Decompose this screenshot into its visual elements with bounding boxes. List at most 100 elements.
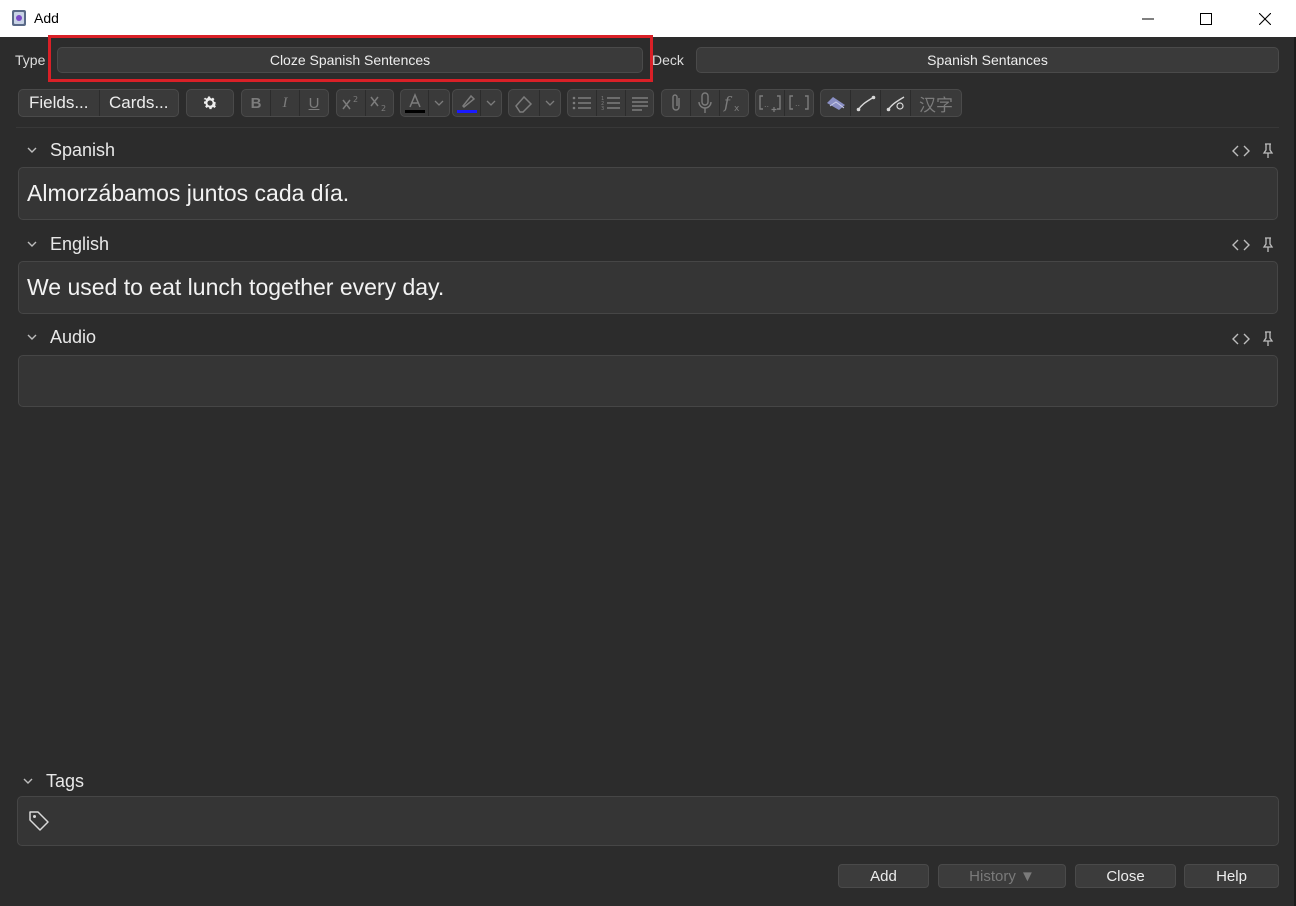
superscript-button[interactable]: 2 [337, 90, 366, 116]
title-bar: Add [0, 0, 1296, 37]
close-window-button[interactable] [1236, 0, 1294, 37]
function-icon: fx [723, 93, 740, 113]
field-value: Almorzábamos juntos cada día. [27, 180, 350, 206]
close-icon [1259, 12, 1271, 25]
fields-cards-group: Fields... Cards... [18, 89, 179, 117]
chevron-down-icon [23, 778, 33, 784]
html-editor-icon[interactable] [1232, 144, 1250, 158]
bold-button[interactable]: B [242, 90, 271, 116]
remove-format-dropdown[interactable] [540, 90, 560, 116]
gear-icon [203, 96, 218, 110]
type-label: Type [15, 52, 46, 68]
tags-header[interactable]: Tags [20, 770, 84, 792]
path-nodes-icon [886, 96, 904, 112]
addon-group: 汉字 [820, 89, 962, 117]
chinese-characters-icon: 汉字 [919, 95, 953, 115]
math-button[interactable]: fx [720, 90, 748, 116]
svg-text:..: .. [795, 99, 800, 108]
deck-value: Spanish Sentances [927, 52, 1048, 68]
field-label: English [50, 233, 110, 254]
field-icons-audio [1232, 331, 1274, 347]
chevron-down-icon [27, 241, 37, 247]
svg-text:3: 3 [601, 106, 604, 111]
field-editor-spanish[interactable]: Almorzábamos juntos cada día. [18, 167, 1278, 220]
pin-icon[interactable] [1262, 237, 1274, 253]
underline-icon: U [308, 94, 320, 112]
help-button[interactable]: Help [1184, 864, 1279, 888]
italic-icon: I [282, 94, 288, 111]
deck-selector[interactable]: Spanish Sentances [696, 47, 1279, 73]
svg-text:x: x [734, 104, 740, 113]
add-button[interactable]: Add [838, 864, 929, 888]
attach-button[interactable] [662, 90, 691, 116]
cloze-button[interactable]: .. [785, 90, 813, 116]
highlight-annotation [48, 35, 653, 82]
chevron-down-icon [434, 100, 444, 106]
media-group: fx [661, 89, 749, 117]
underline-button[interactable]: U [300, 90, 328, 116]
maximize-icon [1200, 12, 1212, 25]
minimize-button[interactable] [1119, 0, 1177, 37]
image-occlusion-icon [826, 97, 845, 110]
minimize-icon [1142, 18, 1154, 19]
image-occlusion-button[interactable] [821, 90, 851, 116]
superscript-icon: 2 [342, 95, 358, 110]
svg-text:2: 2 [381, 104, 386, 112]
field-editor-audio[interactable] [18, 355, 1278, 407]
options-button[interactable] [187, 90, 233, 116]
svg-text:f: f [723, 93, 733, 112]
field-editor-english[interactable]: We used to eat lunch together every day. [18, 261, 1278, 314]
path-nodes-button[interactable] [881, 90, 911, 116]
cloze-add-icon: .. [759, 95, 781, 112]
align-button[interactable] [626, 90, 653, 116]
list-group: 123 [567, 89, 654, 117]
text-color-group [400, 89, 450, 117]
chevron-down-icon [486, 100, 496, 106]
italic-button[interactable]: I [271, 90, 300, 116]
deck-label: Deck [652, 52, 684, 68]
chevron-down-icon [545, 100, 555, 106]
close-button[interactable]: Close [1075, 864, 1176, 888]
html-editor-icon[interactable] [1232, 238, 1250, 252]
cards-button[interactable]: Cards... [100, 90, 179, 116]
field-header-audio[interactable]: Audio [24, 326, 96, 348]
highlight-color-button[interactable] [453, 90, 482, 116]
field-label: Audio [50, 326, 97, 347]
field-header-spanish[interactable]: Spanish [24, 139, 115, 161]
bullet-list-icon [572, 96, 591, 110]
remove-format-button[interactable] [509, 90, 541, 116]
edit-path-button[interactable] [851, 90, 881, 116]
eraser-group [508, 89, 561, 117]
align-icon [631, 97, 648, 111]
highlight-color-group [452, 89, 502, 117]
html-editor-icon[interactable] [1232, 332, 1250, 346]
cloze-add-button[interactable]: .. [756, 90, 786, 116]
svg-text:..: .. [764, 100, 769, 109]
text-color-dropdown[interactable] [429, 90, 449, 116]
pin-icon[interactable] [1262, 331, 1274, 347]
bold-icon: B [250, 94, 262, 112]
text-color-button[interactable] [401, 90, 430, 116]
cloze-icon: .. [789, 95, 809, 110]
cloze-group: .. .. [755, 89, 814, 117]
chevron-down-icon [27, 147, 37, 153]
bullet-list-button[interactable] [568, 90, 597, 116]
highlight-color-dropdown[interactable] [481, 90, 501, 116]
format-group: B I U [241, 89, 329, 117]
text-color-icon [404, 93, 425, 113]
pin-icon[interactable] [1262, 143, 1274, 159]
highlight-color-icon [456, 94, 477, 113]
numbered-list-button[interactable]: 123 [597, 90, 626, 116]
paperclip-icon [672, 94, 680, 111]
chinese-button[interactable]: 汉字 [911, 90, 961, 116]
history-button[interactable]: History ▼ [938, 864, 1066, 888]
tags-editor[interactable] [17, 796, 1279, 846]
field-value: We used to eat lunch together every day. [27, 274, 445, 300]
options-group [186, 89, 234, 117]
fields-button[interactable]: Fields... [19, 90, 100, 116]
maximize-button[interactable] [1177, 0, 1235, 37]
record-audio-button[interactable] [691, 90, 720, 116]
subscript-button[interactable]: 2 [366, 90, 394, 116]
field-label: Spanish [50, 139, 116, 160]
field-header-english[interactable]: English [24, 233, 109, 255]
